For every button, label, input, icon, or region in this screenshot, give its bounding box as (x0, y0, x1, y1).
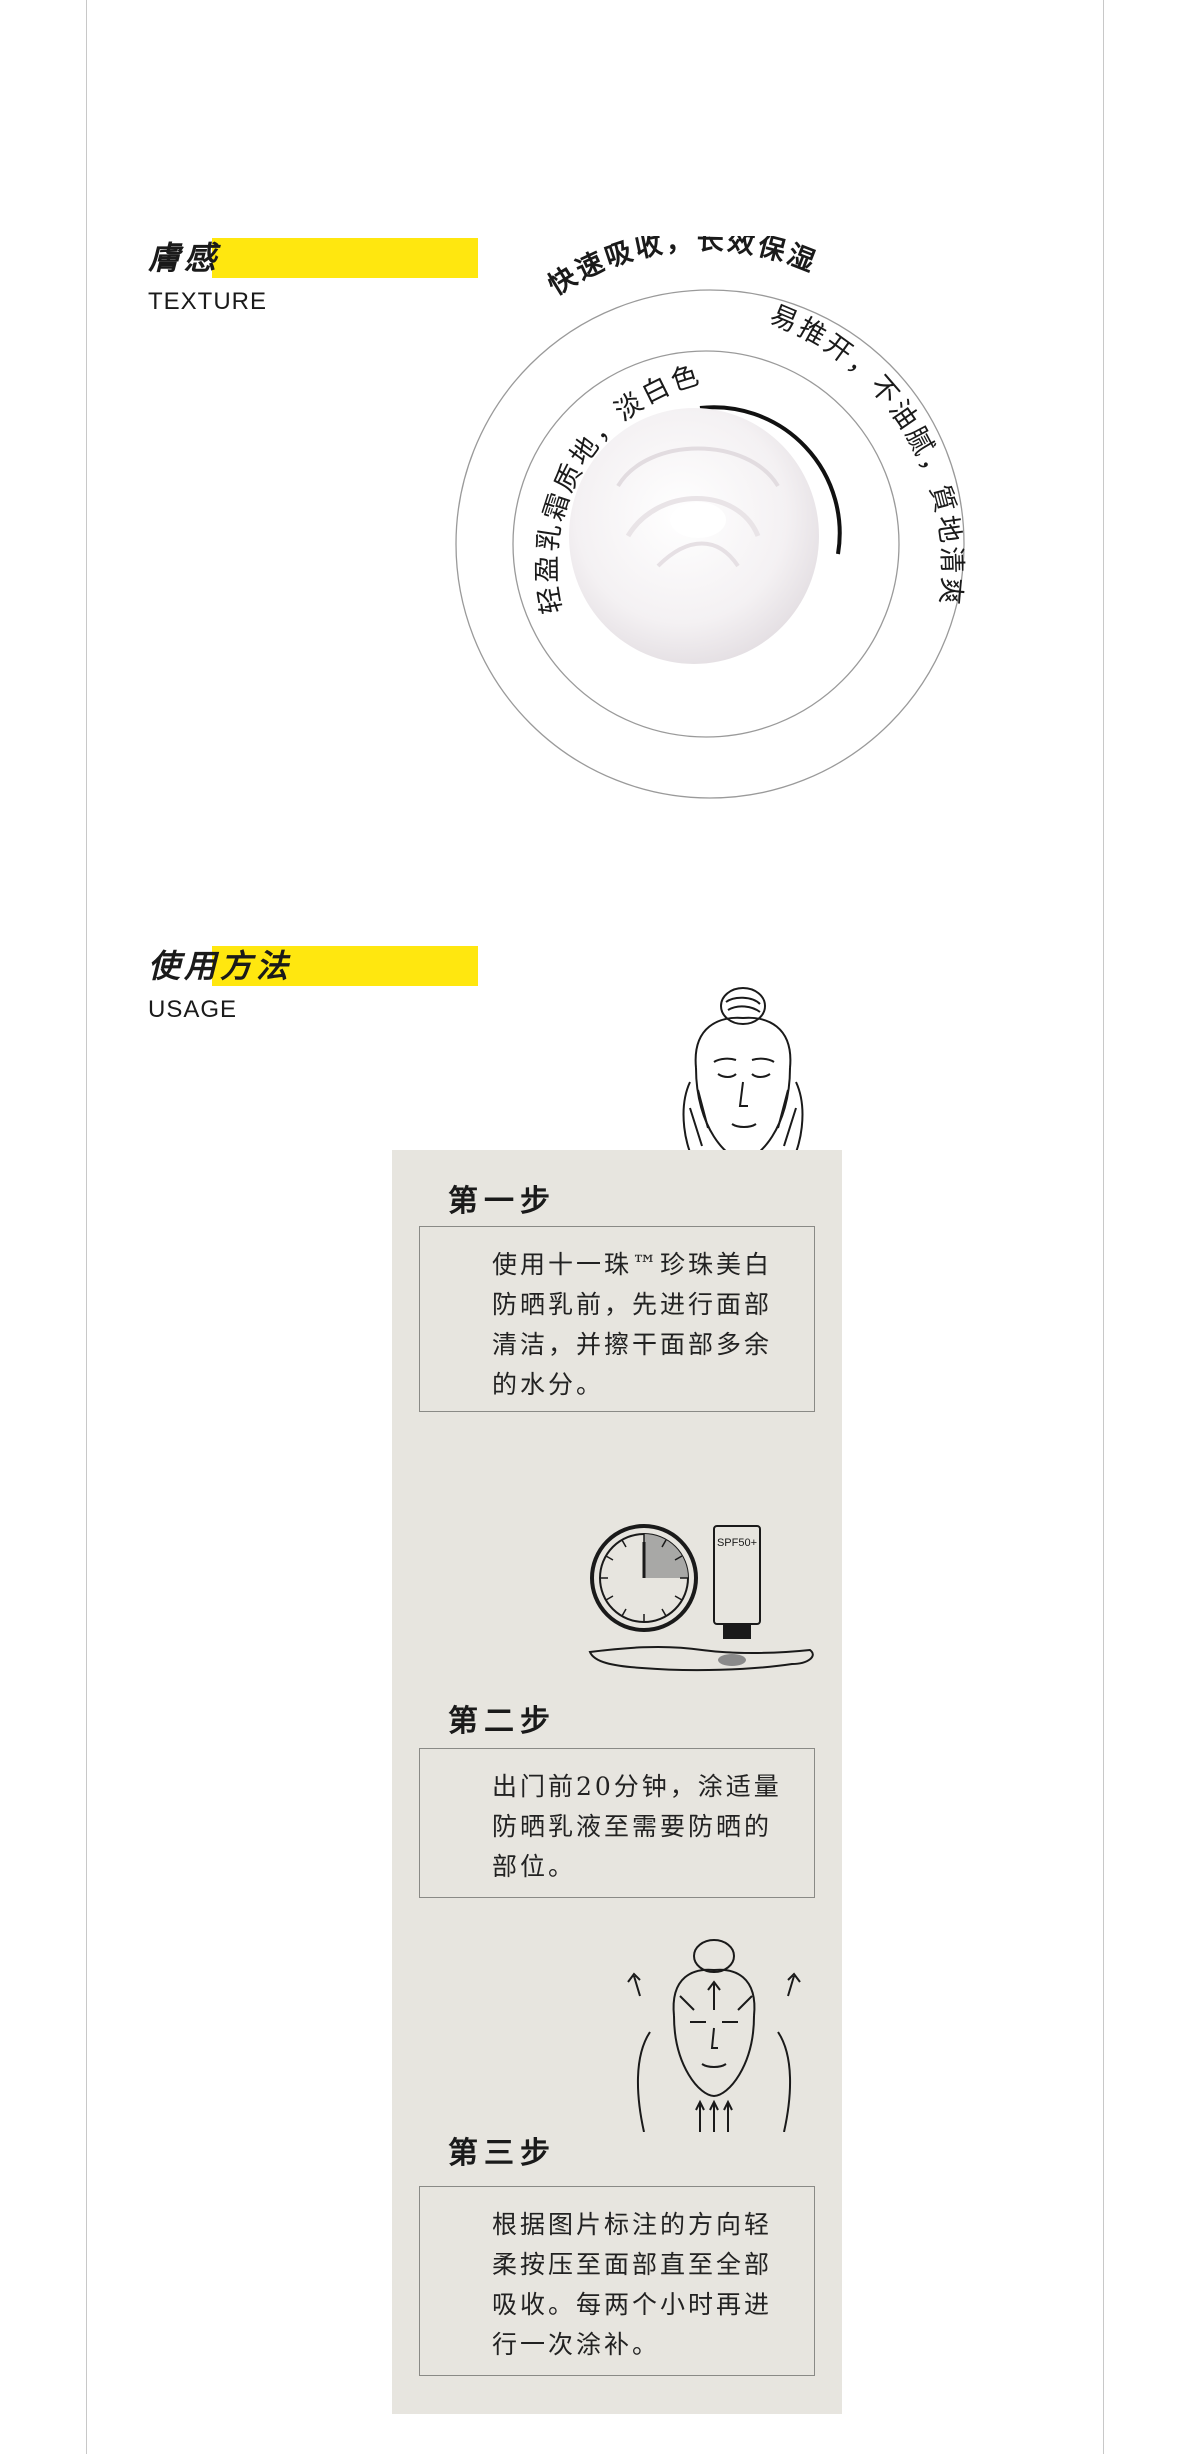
step3-title: 第三步 (448, 2136, 556, 2171)
usage-title-en: USAGE (148, 996, 238, 1023)
texture-title-en: TEXTURE (148, 288, 268, 315)
texture-figure: 快速吸收，长效保湿 易推开，不油腻，質地清爽 轻盈乳霜质地，淡白色 (448, 236, 968, 806)
step1-title: 第一步 (448, 1184, 556, 1219)
face-massage-illustration (614, 1936, 814, 2132)
step2-title: 第二步 (448, 1704, 556, 1739)
usage-steps-panel: 第一步 使用十一珠™珍珠美白防晒乳前，先进行面部清洁，并擦干面部多余的水分。 S… (392, 1150, 842, 2414)
step1-description: 使用十一珠™珍珠美白防晒乳前，先进行面部清洁，并擦干面部多余的水分。 (419, 1226, 815, 1412)
tube-label: SPF50+ (717, 1537, 757, 1549)
clock-and-hand-illustration: SPF50+ (582, 1520, 822, 1680)
texture-highlight-bar (212, 238, 478, 278)
usage-title-cn: 使用方法 (148, 947, 293, 985)
texture-title-cn: 膚感 (148, 239, 221, 277)
left-frame-line (86, 0, 87, 2454)
right-frame-line (1103, 0, 1104, 2454)
step3-description: 根据图片标注的方向轻柔按压至面部直至全部吸收。每两个小时再进行一次涂补。 (419, 2186, 815, 2376)
step2-description: 出门前20分钟，涂适量防晒乳液至需要防晒的部位。 (419, 1748, 815, 1898)
